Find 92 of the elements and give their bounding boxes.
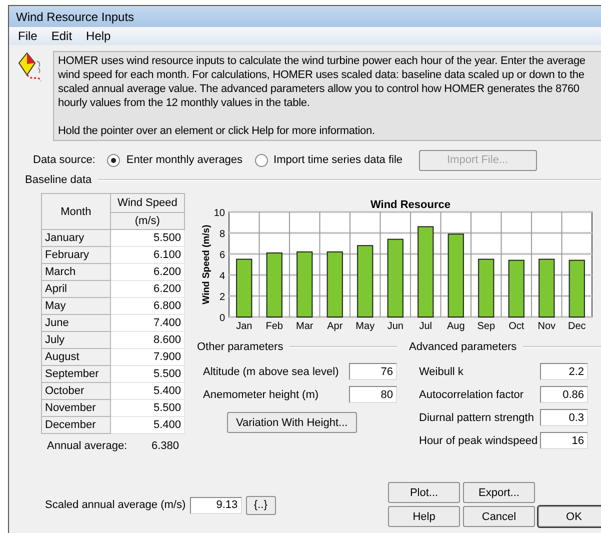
table-cell[interactable]: 6.200	[110, 264, 184, 280]
row-header: November	[42, 400, 110, 416]
y-axis-label: Wind Speed (m/s)	[201, 224, 212, 304]
menu-item[interactable]: Edit	[46, 29, 78, 43]
row-header: September	[42, 366, 110, 382]
y-tick-label: 2	[219, 292, 225, 303]
group-title: Other parameters	[197, 341, 284, 353]
column-header: (m/s)	[110, 212, 184, 230]
row-header: April	[42, 280, 110, 298]
input-field[interactable]: 9.13	[190, 496, 242, 514]
variation-with-height-button[interactable]: Variation With Height...	[227, 412, 357, 433]
input-field[interactable]: 0.86	[540, 386, 588, 403]
scaled-average-label: Scaled annual average (m/s)	[45, 499, 186, 511]
data-source-label: Data source:	[33, 154, 96, 166]
field-label: Altitude (m above sea level)	[203, 366, 339, 378]
x-tick-label: Aug	[446, 321, 465, 332]
annual-average-label: Annual average:	[47, 440, 128, 452]
row-header: December	[42, 416, 110, 434]
row-header: October	[42, 382, 110, 400]
column-header: Wind Speed	[110, 194, 184, 212]
annual-average-value: 6.380	[151, 440, 179, 452]
field-label: Autocorrelation factor	[419, 388, 524, 400]
y-tick-label: 6	[219, 250, 225, 261]
table-cell[interactable]: 6.100	[110, 246, 184, 264]
edit-button[interactable]: {..}	[246, 496, 276, 514]
table-cell[interactable]: 8.600	[110, 332, 184, 348]
table-cell[interactable]: 7.900	[110, 348, 184, 366]
field-label: Hour of peak windspeed	[419, 434, 538, 446]
input-field[interactable]: 76	[349, 363, 397, 380]
menu-item[interactable]: File	[13, 29, 42, 43]
chart-bar	[326, 251, 343, 318]
row-header: July	[42, 332, 110, 348]
group-title: Advanced parameters	[409, 341, 517, 353]
y-tick-label: 10	[214, 208, 225, 219]
chart-bar	[296, 251, 313, 318]
input-field[interactable]: 2.2	[540, 363, 588, 380]
dialog-button[interactable]: Plot...	[388, 482, 460, 503]
chart-bar	[478, 258, 494, 318]
x-tick-label: May	[356, 321, 375, 332]
row-header: January	[42, 230, 110, 246]
x-tick-label: Apr	[327, 321, 343, 332]
field-label: Anemometer height (m)	[203, 388, 319, 400]
y-tick-label: 0	[219, 313, 225, 324]
table-cell[interactable]: 5.400	[110, 416, 184, 434]
field-label: Weibull k	[419, 366, 464, 378]
row-header: March	[42, 264, 110, 280]
field-label: Diurnal pattern strength	[419, 412, 534, 424]
x-tick-label: Jul	[419, 321, 432, 332]
input-field[interactable]: 0.3	[540, 409, 588, 426]
chart-bar	[236, 258, 252, 318]
table-cell[interactable]: 5.500	[110, 366, 184, 382]
chart-bar	[508, 260, 524, 318]
input-field[interactable]: 16	[540, 432, 588, 449]
row-header: June	[42, 314, 110, 332]
table-cell[interactable]: 5.500	[110, 400, 184, 416]
y-tick-label: 4	[219, 271, 225, 282]
dialog-button[interactable]: Cancel	[463, 506, 535, 527]
x-tick-label: Dec	[568, 321, 586, 332]
group-title: Baseline data	[25, 174, 92, 186]
table-cell[interactable]: 7.400	[110, 314, 184, 332]
x-tick-label: Oct	[508, 321, 524, 332]
x-tick-label: Nov	[538, 321, 556, 332]
column-header: Month	[42, 194, 110, 230]
chart-bar	[568, 260, 585, 318]
chart-bar	[266, 252, 282, 318]
radio-button[interactable]	[107, 154, 120, 166]
table-cell[interactable]: 6.200	[110, 280, 184, 298]
row-header: February	[42, 246, 110, 264]
table-cell[interactable]: 6.800	[110, 298, 184, 314]
table-cell[interactable]: 5.400	[110, 382, 184, 400]
chart-title: Wind Resource	[370, 199, 450, 211]
radio-button[interactable]	[254, 154, 268, 166]
dialog-button[interactable]: Help	[388, 506, 460, 527]
radio-label[interactable]: Import time series data file	[274, 154, 403, 166]
x-tick-label: Mar	[296, 321, 314, 332]
input-field[interactable]: 80	[349, 386, 397, 403]
menu-item[interactable]: Help	[81, 29, 116, 43]
window-title: Wind Resource Inputs	[9, 6, 601, 27]
y-tick-label: 8	[219, 229, 225, 240]
x-tick-label: Sep	[477, 321, 496, 332]
row-header: May	[42, 298, 110, 314]
x-tick-label: Jan	[236, 321, 252, 332]
radio-label[interactable]: Enter monthly averages	[126, 154, 243, 166]
info-hint: Hold the pointer over an element or click Help for more information.	[58, 124, 376, 138]
x-tick-label: Jun	[387, 321, 404, 332]
chart-bar	[538, 258, 555, 318]
info-text: HOMER uses wind resource inputs to calculate the wind turbine power each hour of the year. Enter the average wind speed for each month. For calculations, HOMER uses scaled data: baseline data scaled up or down to the scaled annual average value. The advanced parameters allow you to control how HOMER generates the 8760 hourly values from the 12 monthly values in the table.	[58, 54, 586, 110]
row-header: August	[42, 348, 110, 366]
dialog-button[interactable]: Export...	[463, 482, 535, 503]
x-tick-label: Feb	[266, 321, 283, 332]
table-cell[interactable]: 5.500	[110, 230, 184, 246]
dialog-button[interactable]: OK	[538, 506, 601, 527]
